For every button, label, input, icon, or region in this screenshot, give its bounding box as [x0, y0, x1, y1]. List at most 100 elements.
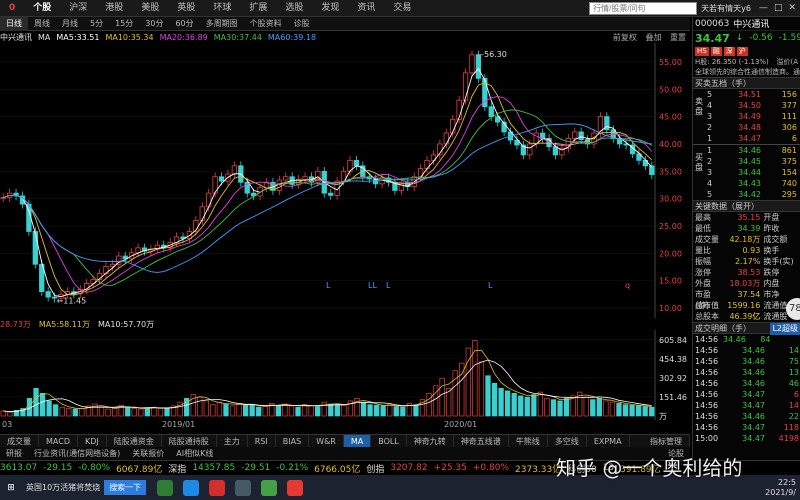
tag-badge[interactable]: 深: [723, 46, 735, 56]
price-change: -0.56: [749, 33, 773, 43]
event-marker[interactable]: L: [488, 281, 493, 290]
volume-bar: [39, 393, 46, 417]
indicator-tab[interactable]: 成交量: [0, 434, 39, 448]
period-week[interactable]: 周线: [28, 17, 56, 31]
adjust-button[interactable]: 前复权: [613, 33, 637, 42]
orderbook-row[interactable]: 2 34.45 375: [693, 156, 800, 167]
tab-related-quotes[interactable]: 关联报价: [126, 448, 170, 459]
edge-icon[interactable]: [183, 479, 200, 496]
keydata-row: 涨停 38.53 跌停: [693, 267, 800, 278]
tab-hushen[interactable]: 沪深: [60, 0, 96, 17]
user-name[interactable]: 天若有情天y6: [697, 3, 755, 14]
indicator-tab[interactable]: MACD: [39, 434, 78, 448]
tag-badge[interactable]: HS: [695, 46, 709, 56]
orderbook-row[interactable]: 3 34.44 154: [693, 167, 800, 178]
volume-bar: [432, 385, 439, 417]
app-icon[interactable]: [235, 479, 252, 496]
wechat-icon[interactable]: [157, 479, 174, 496]
menu-code[interactable]: 0: [0, 0, 24, 17]
orderbook-row[interactable]: 5 34.51 156: [693, 89, 800, 100]
app-icon[interactable]: [261, 479, 278, 496]
orderbook-row[interactable]: 1 34.47 6: [693, 133, 800, 144]
indicator-tab[interactable]: 主力: [217, 434, 248, 448]
overlay-button[interactable]: 叠加: [645, 33, 661, 42]
orderbook-row[interactable]: 1 34.46 861: [693, 145, 800, 156]
indicator-tab[interactable]: EXPMA: [587, 434, 630, 448]
indicator-tab[interactable]: 多空线: [548, 434, 587, 448]
diagnose-button[interactable]: 诊股: [288, 17, 316, 31]
volume-bar: [485, 375, 491, 417]
indicator-tab[interactable]: 神奇五线谱: [454, 434, 509, 448]
indicator-tab[interactable]: RSI: [248, 434, 276, 448]
taskbar-search-button[interactable]: 搜索一下: [104, 480, 147, 495]
indicator-tab[interactable]: KDJ: [78, 434, 107, 448]
indicator-tab[interactable]: BOLL: [371, 434, 407, 448]
volume-bar: [380, 405, 386, 417]
kline-chart[interactable]: 55.00 50.00 45.00 40.00 35.00 30.00 25.00 20.00…: [0, 43, 690, 318]
maximize-icon[interactable]: □: [774, 3, 783, 13]
level-volume: 111: [781, 112, 797, 121]
company-desc[interactable]: 全球领先的综合性通信制造商。通: [693, 67, 800, 77]
indicator-tab[interactable]: 牛熊线: [509, 434, 548, 448]
tag-badge[interactable]: 沪: [736, 46, 748, 56]
period-month[interactable]: 月线: [56, 17, 84, 31]
orderbook-row[interactable]: 4 34.50 377: [693, 100, 800, 111]
keydata-title[interactable]: 关键数据（展开）: [693, 200, 800, 212]
l2-button[interactable]: L2超级: [770, 323, 800, 335]
candle: [231, 165, 238, 175]
trade-time: 14:56: [695, 368, 719, 377]
reset-button[interactable]: 重置: [670, 33, 686, 42]
orderbook-row[interactable]: 2 34.48 306: [693, 122, 800, 133]
orderbook-row[interactable]: 4 34.43 740: [693, 178, 800, 189]
period-day[interactable]: 日线: [0, 16, 28, 31]
event-marker[interactable]: q: [625, 281, 630, 290]
orderbook-row[interactable]: 3 34.49 111: [693, 111, 800, 122]
tag-badge[interactable]: 融: [710, 46, 722, 56]
tab-ai-kline[interactable]: AI相似K线: [170, 448, 219, 459]
tab-faxian[interactable]: 发现: [312, 0, 348, 17]
event-marker[interactable]: L: [386, 281, 391, 290]
tab-huanqiu[interactable]: 环球: [204, 0, 240, 17]
candle: [572, 131, 578, 139]
tab-gegu[interactable]: 个股: [24, 0, 60, 17]
multi-period-button[interactable]: 多周期图: [200, 17, 244, 31]
indicator-tab[interactable]: W&R: [309, 434, 344, 448]
indicator-tab[interactable]: 神奇九转: [407, 434, 454, 448]
netease-music-icon[interactable]: [209, 479, 226, 496]
period-15min[interactable]: 15分: [109, 17, 139, 31]
period-5min[interactable]: 5分: [84, 17, 109, 31]
tab-kuozhan[interactable]: 扩展: [240, 0, 276, 17]
ma30-value: MA30:37.44: [213, 32, 262, 42]
tab-xuangu[interactable]: 选股: [276, 0, 312, 17]
tonghuashun-icon[interactable]: [287, 479, 304, 496]
tab-industry-news[interactable]: 行业资讯(通信网络设备): [28, 448, 126, 459]
tab-zixun[interactable]: 资讯: [348, 0, 384, 17]
indicator-tab[interactable]: 指标管理: [643, 434, 690, 448]
indicator-tab[interactable]: MA: [343, 434, 372, 448]
stock-info-button[interactable]: 个股资料: [244, 17, 288, 31]
minimize-icon[interactable]: —: [759, 3, 768, 13]
search-input[interactable]: [589, 1, 698, 15]
orderbook-row[interactable]: 5 34.42 295: [693, 189, 800, 200]
volume-chart[interactable]: 605.84 454.38 302.92 151.46 万: [0, 330, 690, 420]
event-marker[interactable]: L: [326, 281, 331, 290]
indicator-tab[interactable]: 陆股通持股: [162, 434, 217, 448]
period-60min[interactable]: 60分: [169, 17, 199, 31]
period-30min[interactable]: 30分: [139, 17, 169, 31]
indicator-tab[interactable]: 陆股通资金: [107, 434, 162, 448]
trade-price: 34.46: [742, 368, 765, 377]
indicator-tab[interactable]: BIAS: [276, 434, 310, 448]
event-marker[interactable]: LL: [368, 281, 377, 290]
ma20-value: MA20:36.89: [159, 32, 208, 42]
trade-time: 14:56: [695, 379, 719, 388]
tab-yinggu[interactable]: 英股: [168, 0, 204, 17]
windows-start-icon[interactable]: ⊞: [0, 475, 22, 500]
tab-jiaoyi[interactable]: 交易: [384, 0, 420, 17]
trade-row: 14:56 34.47 14: [693, 400, 800, 411]
close-icon[interactable]: ✕: [788, 3, 796, 13]
keydata-value: 38.53: [737, 268, 761, 277]
taskbar-news[interactable]: 英国10万活猪将焚烧: [22, 482, 104, 493]
tab-report[interactable]: 研报: [0, 448, 28, 459]
tab-meigu[interactable]: 美股: [132, 0, 168, 17]
tab-ganggu[interactable]: 港股: [96, 0, 132, 17]
